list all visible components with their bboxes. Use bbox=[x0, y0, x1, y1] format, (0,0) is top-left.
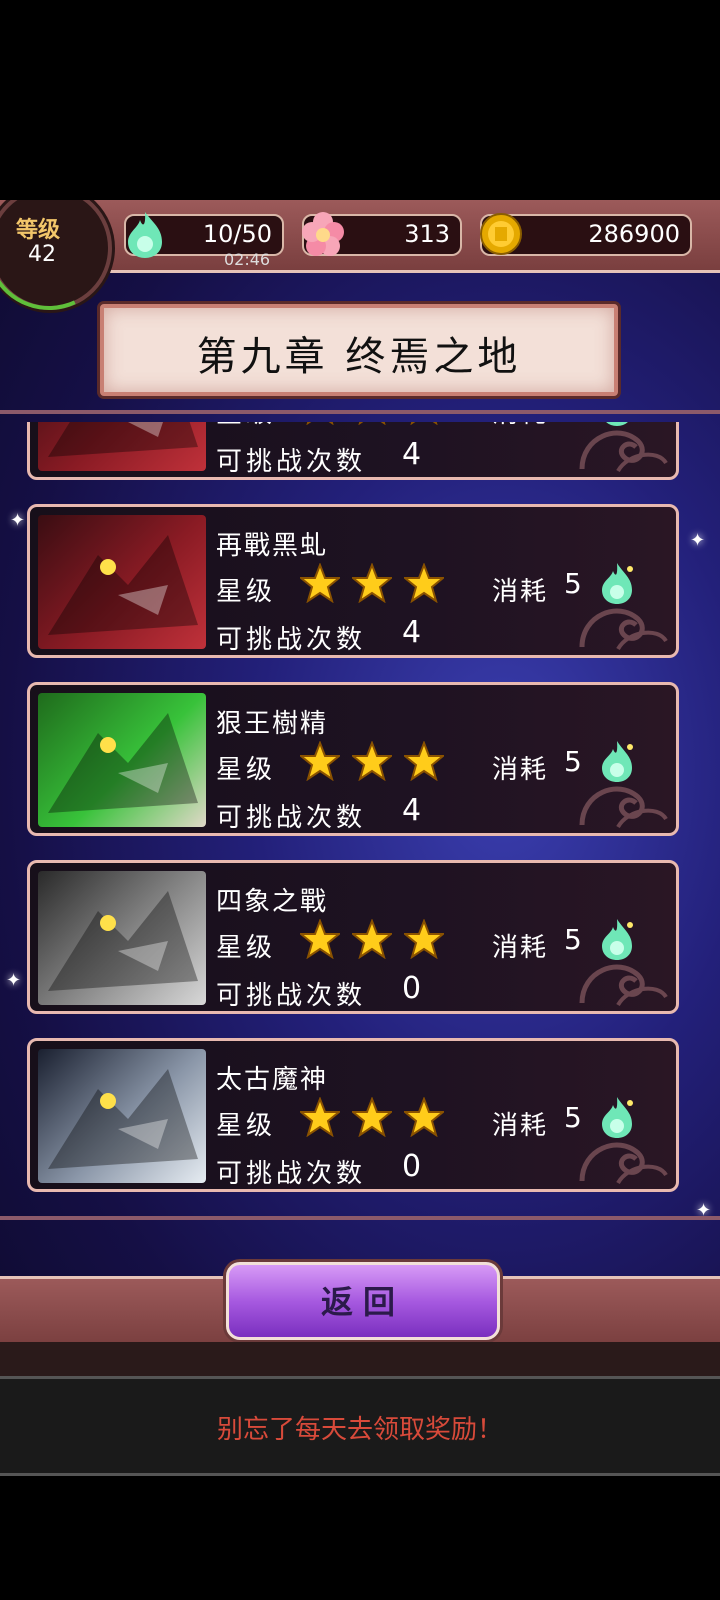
star-icon bbox=[298, 740, 342, 782]
status-bar-area bbox=[0, 0, 720, 200]
stage-card[interactable]: 狠王樹精 星级 消耗 5 可挑战次数 4 bbox=[27, 682, 679, 836]
star-icon bbox=[402, 1096, 446, 1138]
tries-value: 0 bbox=[402, 971, 422, 1006]
gold-value: 286900 bbox=[588, 220, 680, 248]
level-badge[interactable]: 等级 42 bbox=[0, 200, 130, 328]
stage-name: 再戰黑虬 bbox=[216, 531, 329, 561]
tries-value: 0 bbox=[402, 1149, 422, 1184]
stage-card[interactable]: 再戰黑虬星级消耗5可挑战次数4 bbox=[27, 504, 679, 658]
divider bbox=[0, 1216, 720, 1220]
chapter-title: 第九章 终焉之地 bbox=[196, 334, 522, 380]
stage-card[interactable]: 太古魔神 星级 消耗 5 可挑战次数 0 bbox=[27, 1038, 679, 1192]
level-value: 42 bbox=[28, 242, 56, 267]
cloud-swirl-decoration bbox=[578, 1125, 670, 1185]
spirit-flame-icon bbox=[128, 212, 162, 258]
back-button[interactable]: 返回 bbox=[226, 1262, 500, 1340]
back-button-label: 返回 bbox=[320, 1283, 405, 1321]
star-rating bbox=[298, 740, 446, 782]
star-rating bbox=[298, 918, 446, 960]
cloud-swirl-decoration bbox=[578, 947, 670, 1007]
game-screen: ✦ ✦ ✦ ✦ 10/50 02:46 313 286900 等级 42 第九章… bbox=[0, 200, 720, 1470]
stage-boss-image bbox=[38, 515, 206, 649]
stage-boss-image bbox=[38, 422, 206, 471]
stage-name: 狠王樹精 bbox=[216, 709, 329, 739]
cost-label: 消耗 bbox=[492, 577, 549, 607]
star-rating bbox=[298, 1096, 446, 1138]
tries-label: 可挑战次数 bbox=[216, 981, 367, 1011]
stage-name: 四象之戰 bbox=[216, 887, 329, 917]
stage-card[interactable]: 再戰黑虬星级消耗5可挑战次数4 bbox=[27, 422, 679, 480]
tries-label: 可挑战次数 bbox=[216, 803, 367, 833]
cloud-swirl-decoration bbox=[578, 422, 670, 473]
cost-label: 消耗 bbox=[492, 422, 548, 430]
star-icon bbox=[298, 562, 342, 604]
star-rating bbox=[298, 562, 446, 604]
stamina-timer: 02:46 bbox=[224, 250, 271, 269]
star-label: 星级 bbox=[216, 933, 277, 963]
tries-label: 可挑战次数 bbox=[216, 625, 367, 655]
star-icon bbox=[350, 740, 394, 782]
flower-value: 313 bbox=[404, 220, 450, 248]
star-label: 星级 bbox=[216, 577, 277, 607]
star-icon bbox=[350, 1096, 394, 1138]
cost-label: 消耗 bbox=[492, 755, 549, 785]
tries-value: 4 bbox=[402, 437, 422, 472]
stage-boss-image bbox=[38, 693, 206, 827]
cost-label: 消耗 bbox=[492, 1111, 549, 1141]
tries-label: 可挑战次数 bbox=[216, 1159, 367, 1189]
stage-list[interactable]: 再戰黑虬星级消耗5可挑战次数4再戰黑虬星级消耗5可挑战次数4狠王樹精星级消耗5可… bbox=[0, 422, 720, 1216]
cloud-swirl-decoration bbox=[578, 769, 670, 829]
star-icon bbox=[350, 918, 394, 960]
tries-label: 可挑战次数 bbox=[216, 447, 367, 477]
game-footer bbox=[0, 1342, 720, 1376]
star-icon bbox=[298, 918, 342, 960]
flower-icon bbox=[302, 212, 344, 256]
star-rating bbox=[300, 422, 444, 426]
star-label: 星级 bbox=[216, 1111, 277, 1141]
flower-counter[interactable]: 313 bbox=[302, 212, 462, 256]
stage-boss-image bbox=[38, 1049, 206, 1183]
tries-value: 4 bbox=[402, 793, 422, 828]
star-icon bbox=[350, 562, 394, 604]
tries-value: 4 bbox=[402, 615, 422, 650]
star-icon bbox=[300, 422, 340, 426]
gold-coin-icon bbox=[480, 213, 522, 255]
star-icon bbox=[402, 740, 446, 782]
tip-bar: 别忘了每天去领取奖励！ bbox=[0, 1376, 720, 1476]
star-icon bbox=[402, 918, 446, 960]
star-icon bbox=[402, 562, 446, 604]
cloud-swirl-decoration bbox=[578, 591, 670, 651]
stage-boss-image bbox=[38, 871, 206, 1005]
stage-card[interactable]: 四象之戰 星级 消耗 5 可挑战次数 0 bbox=[27, 860, 679, 1014]
chapter-title-banner: 第九章 终焉之地 bbox=[100, 304, 618, 396]
cost-label: 消耗 bbox=[492, 933, 549, 963]
daily-reward-tip: 别忘了每天去领取奖励！ bbox=[216, 1415, 503, 1445]
stage-name: 太古魔神 bbox=[216, 1065, 329, 1095]
star-icon bbox=[298, 1096, 342, 1138]
star-label: 星级 bbox=[216, 755, 277, 785]
divider bbox=[0, 410, 720, 414]
star-label: 星级 bbox=[216, 422, 276, 430]
stamina-value: 10/50 bbox=[202, 220, 272, 248]
star-icon bbox=[352, 422, 392, 426]
level-label: 等级 bbox=[16, 218, 61, 243]
gold-counter[interactable]: 286900 bbox=[480, 213, 692, 256]
star-icon bbox=[404, 422, 444, 426]
